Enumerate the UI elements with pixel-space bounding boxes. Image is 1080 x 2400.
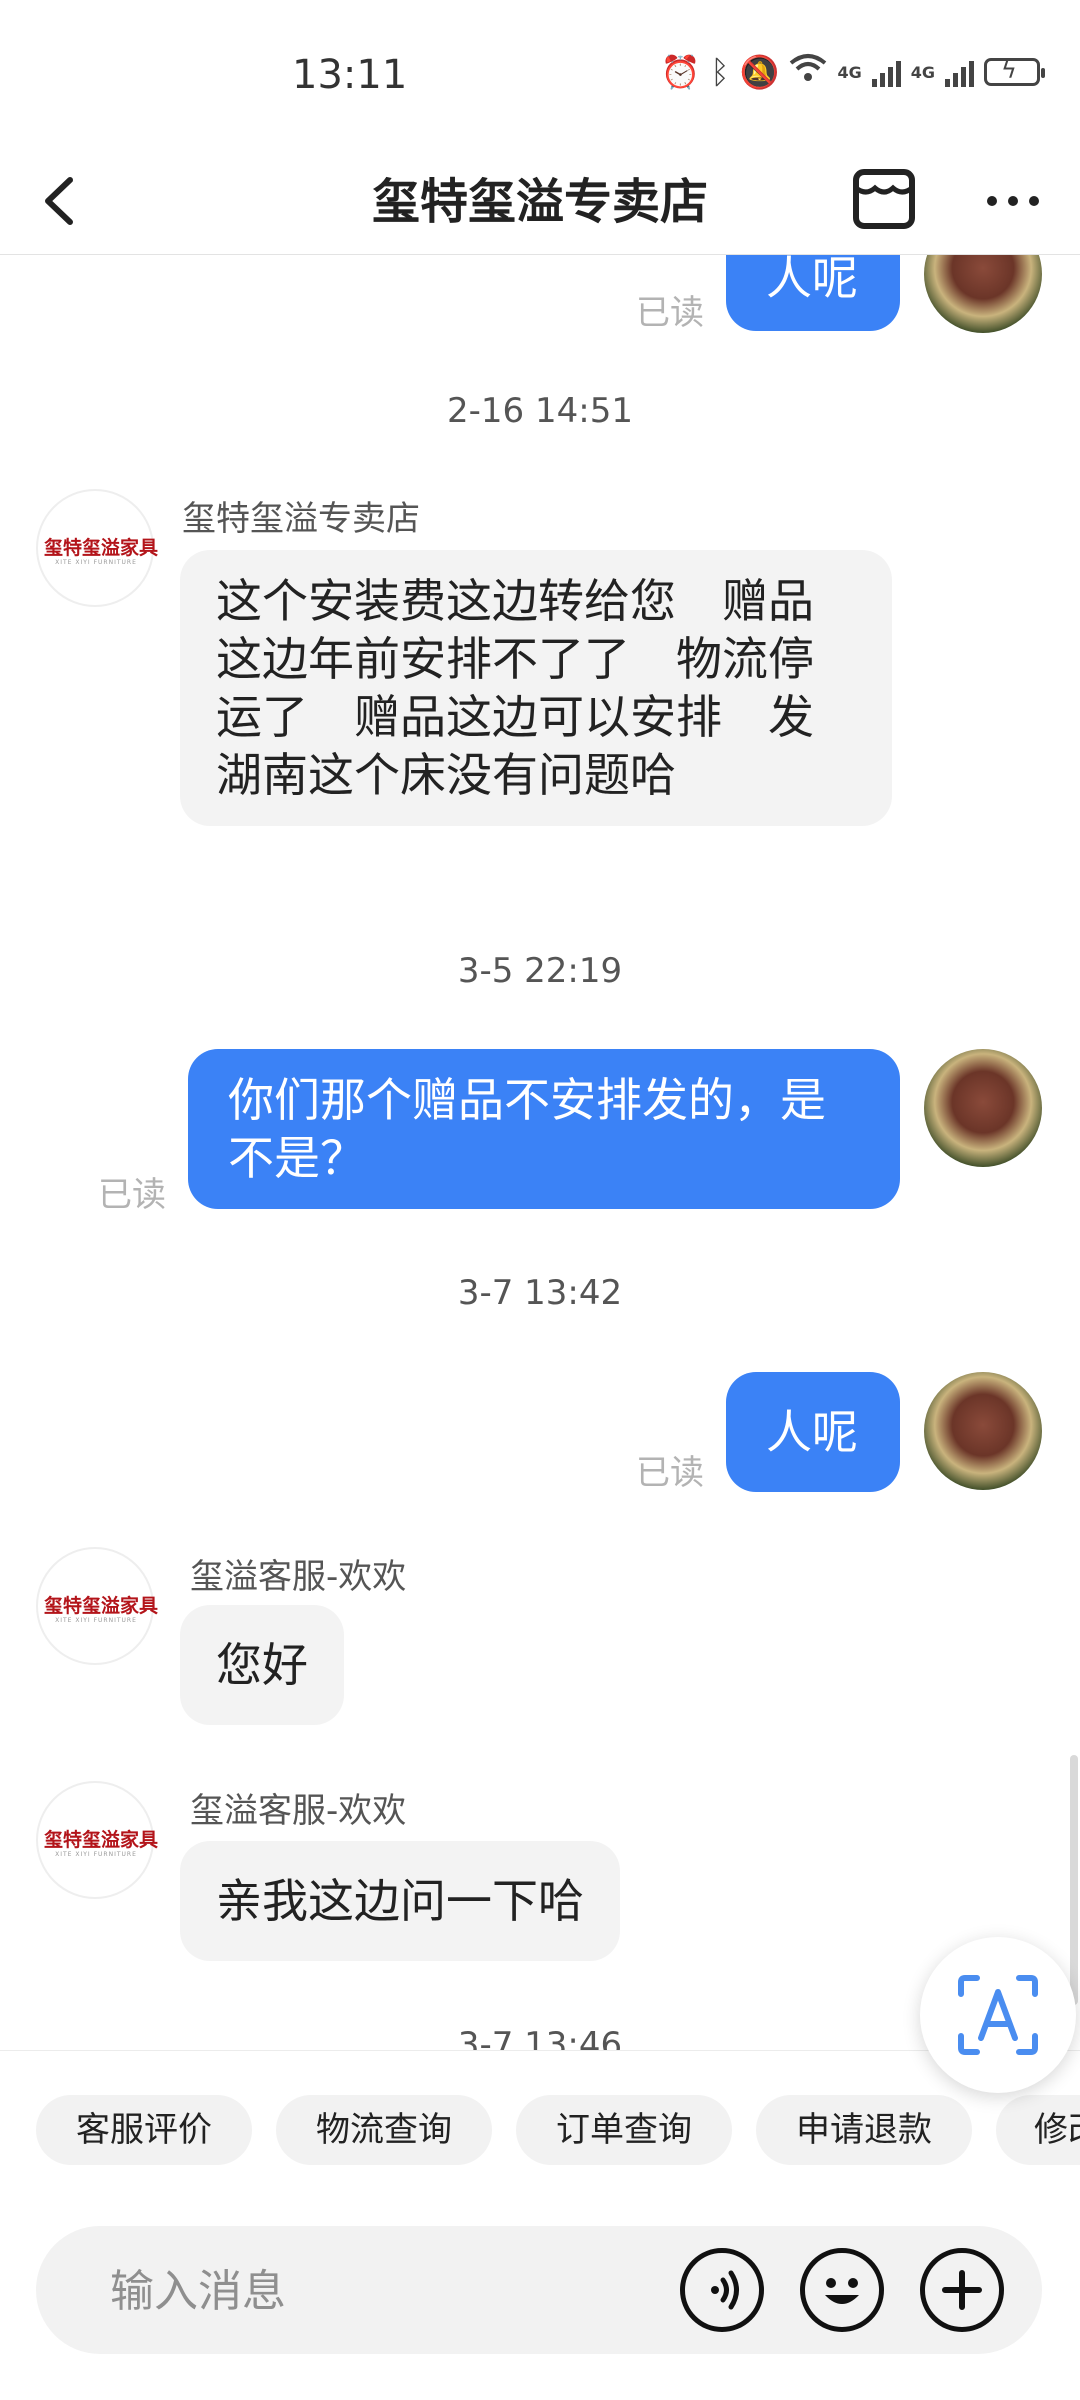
translate-icon	[958, 1975, 1038, 2055]
user-avatar[interactable]	[924, 1049, 1042, 1167]
read-status: 已读	[636, 1453, 704, 1493]
message-bubble-incoming[interactable]: 亲我这边问一下哈	[180, 1841, 620, 1961]
message-timestamp: 3-5 22:19	[457, 951, 623, 991]
quick-action-track-logistics[interactable]: 物流查询	[276, 2095, 492, 2165]
quick-action-rate-service[interactable]: 客服评价	[36, 2095, 252, 2165]
shop-logo-text: 玺特玺溢家具	[44, 1595, 159, 1617]
read-status: 已读	[98, 1175, 166, 1215]
message-input[interactable]	[108, 2226, 672, 2356]
emoji-button[interactable]	[800, 2248, 884, 2332]
shop-logo-subtext: XITE XIYI FURNITURE	[55, 559, 137, 566]
shop-logo-subtext: XITE XIYI FURNITURE	[55, 1851, 137, 1858]
sender-name: 玺特玺溢专卖店	[182, 499, 420, 539]
message-timestamp: 3-7 13:46	[457, 2025, 623, 2050]
quick-action-order-query[interactable]: 订单查询	[516, 2095, 732, 2165]
status-bar: 13:11 ⏰ ᛒ 🔕 4G 4G ϟ	[0, 0, 1080, 150]
quick-actions-bar: 客服评价 物流查询 订单查询 申请退款 修改	[0, 2050, 1080, 2211]
user-avatar[interactable]	[924, 255, 1042, 333]
message-bubble-outgoing[interactable]: 你们那个赠品不安排发的，是不是？	[188, 1049, 900, 1209]
message-bubble-incoming[interactable]: 这个安装费这边转给您 赠品这边年前安排不了了 物流停运了 赠品这边可以安排 发湖…	[180, 550, 892, 826]
signal-icon	[871, 57, 901, 87]
message-input-bar	[36, 2226, 1042, 2356]
alarm-icon: ⏰	[660, 53, 701, 91]
more-options-button[interactable]	[920, 2248, 1004, 2332]
message-bubble-incoming[interactable]: 您好	[180, 1605, 344, 1725]
user-avatar[interactable]	[924, 1372, 1042, 1490]
shop-logo-subtext: XITE XIYI FURNITURE	[55, 1617, 137, 1624]
chat-messages[interactable]: 已读 人呢 2-16 14:51 玺特玺溢家具 XITE XIYI FURNIT…	[0, 255, 1080, 2050]
voice-button[interactable]	[680, 2248, 764, 2332]
wifi-icon	[789, 52, 827, 92]
voice-icon	[711, 2270, 739, 2310]
shop-logo-text: 玺特玺溢家具	[44, 537, 159, 559]
network-label-2: 4G	[910, 62, 935, 82]
sender-name: 玺溢客服-欢欢	[190, 1791, 407, 1831]
bluetooth-icon: ᛒ	[710, 53, 730, 91]
plus-icon	[942, 2270, 982, 2310]
status-time: 13:11	[292, 52, 408, 98]
quick-action-modify[interactable]: 修改	[996, 2095, 1080, 2165]
shop-avatar[interactable]: 玺特玺溢家具 XITE XIYI FURNITURE	[36, 1547, 159, 1665]
sender-name: 玺溢客服-欢欢	[190, 1557, 407, 1597]
battery-icon: ϟ	[984, 56, 1045, 86]
status-icons: ⏰ ᛒ 🔕 4G 4G ϟ	[660, 52, 1045, 92]
scrollbar[interactable]	[1070, 1755, 1078, 2005]
mute-icon: 🔕	[739, 53, 780, 91]
translate-button[interactable]	[920, 1937, 1076, 2093]
message-bubble-outgoing[interactable]: 人呢	[726, 1372, 900, 1492]
quick-action-request-refund[interactable]: 申请退款	[756, 2095, 972, 2165]
message-bubble-outgoing[interactable]: 人呢	[726, 255, 900, 331]
message-timestamp: 2-16 14:51	[447, 391, 633, 431]
shop-avatar[interactable]: 玺特玺溢家具 XITE XIYI FURNITURE	[36, 1781, 159, 1899]
read-status: 已读	[636, 293, 704, 333]
message-timestamp: 3-7 13:42	[457, 1273, 623, 1313]
shop-logo-text: 玺特玺溢家具	[44, 1829, 159, 1851]
emoji-icon	[825, 2278, 859, 2304]
signal-icon	[945, 57, 974, 87]
network-label-1: 4G	[837, 62, 862, 82]
shop-avatar[interactable]: 玺特玺溢家具 XITE XIYI FURNITURE	[36, 489, 159, 607]
store-icon[interactable]	[848, 162, 920, 234]
chat-header: 玺特玺溢专卖店	[0, 150, 1080, 255]
more-icon[interactable]	[980, 168, 1046, 234]
